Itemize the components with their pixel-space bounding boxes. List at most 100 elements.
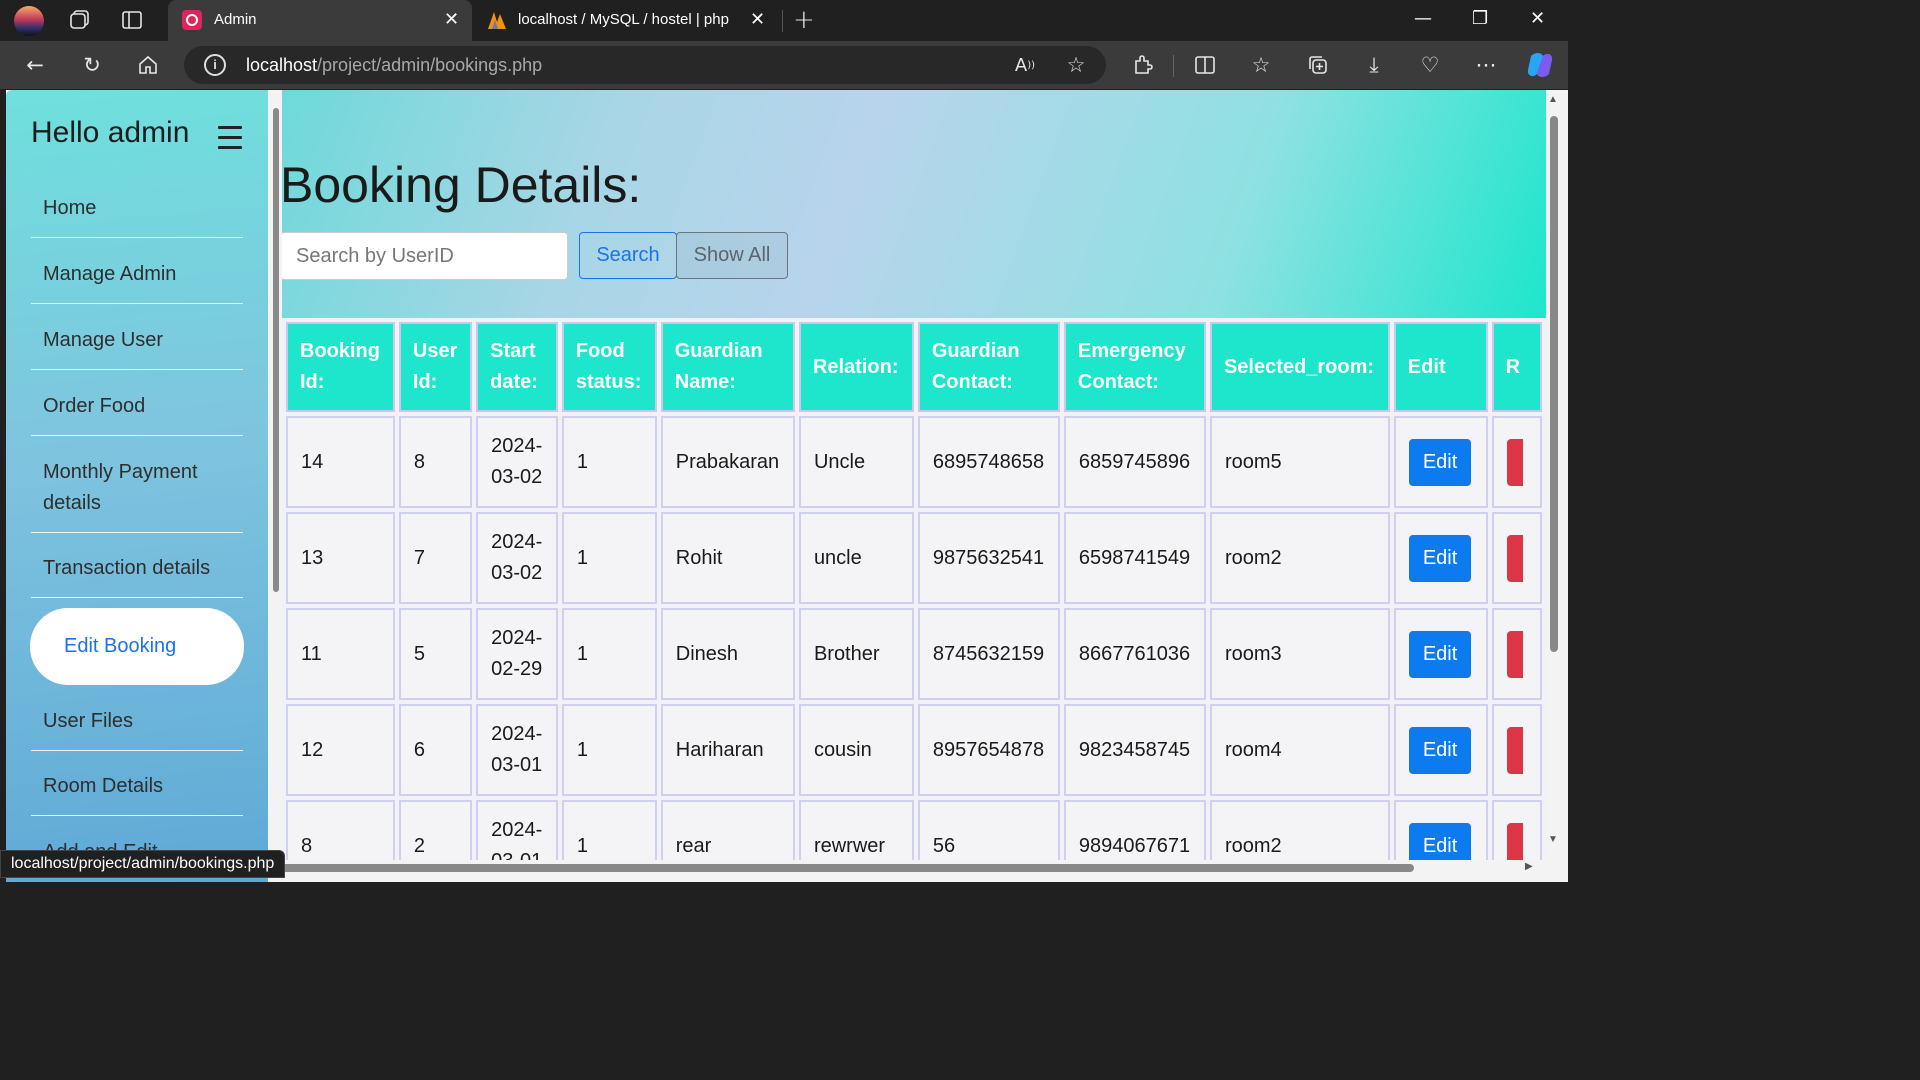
sidebar-greeting: Hello admin (31, 116, 190, 149)
sidebar-scrollbar[interactable] (270, 90, 282, 882)
guardian-contact-cell: 8957654878 (917, 704, 1060, 796)
favorites-icon[interactable]: ☆ (1248, 52, 1274, 78)
extensions-icon[interactable] (1130, 52, 1156, 78)
column-header: Guardian Name: (660, 322, 795, 412)
edit-cell: Edit (1393, 608, 1488, 700)
page-title: Booking Details: (282, 157, 642, 213)
sidebar-item-manage-admin[interactable]: Manage Admin (31, 259, 243, 304)
workspaces-icon[interactable] (68, 8, 92, 32)
search-button[interactable]: Search (579, 232, 677, 279)
downloads-icon[interactable]: ⤓ (1361, 52, 1387, 78)
collections-icon[interactable] (1305, 52, 1331, 78)
sidebar-item-transaction-details[interactable]: Transaction details (31, 553, 243, 598)
close-window-icon[interactable]: ✕ (1530, 8, 1545, 29)
tab-admin[interactable]: Admin ✕ (168, 0, 472, 41)
remove-button[interactable] (1506, 630, 1523, 678)
tab-actions-icon[interactable] (120, 8, 144, 32)
column-header: Selected_room: (1209, 322, 1390, 412)
close-tab-icon[interactable]: ✕ (444, 9, 459, 30)
read-aloud-icon[interactable]: A)) (1012, 52, 1038, 78)
edit-button[interactable]: Edit (1408, 726, 1472, 774)
refresh-icon[interactable]: ↻ (79, 52, 105, 78)
remove-cell (1491, 800, 1542, 860)
tab-title: Admin (214, 11, 257, 28)
user-id-cell: 6 (398, 704, 473, 796)
relation-cell: uncle (798, 512, 914, 604)
emergency-contact-cell: 6598741549 (1063, 512, 1206, 604)
remove-button[interactable] (1506, 726, 1523, 774)
guardian-contact-cell: 56 (917, 800, 1060, 860)
tab-title: localhost / MySQL / hostel | php (518, 11, 729, 28)
sidebar-item-edit-booking[interactable]: Edit Booking (30, 608, 244, 685)
column-header: Booking Id: (286, 322, 395, 412)
back-icon[interactable]: ← (22, 52, 48, 78)
start-date-cell: 2024-02-29 (476, 608, 558, 700)
emergency-contact-cell: 9894067671 (1063, 800, 1206, 860)
browser-essentials-icon[interactable]: ♡ (1417, 52, 1443, 78)
favorite-star-icon[interactable]: ☆ (1063, 52, 1089, 78)
new-tab-icon[interactable]: + (793, 5, 815, 35)
sidebar-item-monthly-payment[interactable]: Monthly Payment details (31, 457, 243, 533)
copilot-icon[interactable] (1524, 52, 1556, 78)
guardian-name-cell: rear (660, 800, 795, 860)
guardian-name-cell: Dinesh (660, 608, 795, 700)
room-cell: room4 (1209, 704, 1390, 796)
browser-toolbar: ← ↻ i localhost/project/admin/bookings.p… (0, 41, 1568, 89)
guardian-name-cell: Rohit (660, 512, 795, 604)
sidebar-item-room-details[interactable]: Room Details (31, 771, 243, 816)
food-status-cell: 1 (561, 512, 657, 604)
start-date-cell: 2024-03-02 (476, 416, 558, 508)
page-vertical-scrollbar[interactable]: ▲ ▼ (1546, 90, 1562, 860)
hamburger-icon[interactable] (218, 126, 242, 149)
main-content: Booking Details: Search Show All Booking… (282, 90, 1546, 860)
more-icon[interactable]: ⋯ (1473, 52, 1499, 78)
table-header-row: Booking Id: User Id: Start date: Food st… (286, 322, 1542, 412)
restore-icon[interactable]: ❐ (1472, 8, 1488, 29)
profile-avatar[interactable] (14, 6, 44, 36)
sidebar-item-user-files[interactable]: User Files (31, 706, 243, 751)
show-all-button[interactable]: Show All (676, 232, 788, 279)
column-header: R (1491, 322, 1542, 412)
emergency-contact-cell: 8667761036 (1063, 608, 1206, 700)
scroll-up-icon[interactable]: ▲ (1548, 94, 1558, 105)
relation-cell: Uncle (798, 416, 914, 508)
column-header: Guardian Contact: (917, 322, 1060, 412)
minimize-icon[interactable]: — (1414, 8, 1432, 29)
page-horizontal-scrollbar[interactable]: ▶ (282, 860, 1546, 876)
scroll-down-icon[interactable]: ▼ (1548, 834, 1558, 845)
remove-button[interactable] (1506, 822, 1523, 860)
guardian-contact-cell: 6895748658 (917, 416, 1060, 508)
tab-phpmyadmin[interactable]: localhost / MySQL / hostel | php ✕ (472, 0, 772, 41)
edit-button[interactable]: Edit (1408, 630, 1472, 678)
food-status-cell: 1 (561, 608, 657, 700)
remove-button[interactable] (1506, 438, 1523, 486)
vertical-scroll-thumb[interactable] (1550, 116, 1558, 652)
admin-favicon-icon (182, 10, 202, 30)
address-bar[interactable]: i localhost/project/admin/bookings.php A… (184, 46, 1106, 84)
table-row: 8 2 2024-03-01 1 rear rewrwer 56 9894067… (286, 800, 1542, 860)
close-tab-icon[interactable]: ✕ (750, 9, 765, 30)
start-date-cell: 2024-03-01 (476, 800, 558, 860)
sidebar-item-order-food[interactable]: Order Food (31, 391, 243, 436)
column-header: Start date: (476, 322, 558, 412)
guardian-name-cell: Hariharan (660, 704, 795, 796)
split-screen-icon[interactable] (1192, 52, 1218, 78)
sidebar-item-manage-user[interactable]: Manage User (31, 325, 243, 370)
home-icon[interactable] (135, 52, 161, 78)
edit-button[interactable]: Edit (1408, 822, 1472, 860)
edit-button[interactable]: Edit (1408, 438, 1472, 486)
bookings-table: Booking Id: User Id: Start date: Food st… (282, 318, 1546, 860)
search-input[interactable] (282, 232, 568, 280)
guardian-name-cell: Prabakaran (660, 416, 795, 508)
sidebar-scroll-thumb[interactable] (273, 108, 279, 592)
column-header: User Id: (398, 322, 473, 412)
emergency-contact-cell: 9823458745 (1063, 704, 1206, 796)
sidebar-item-label: Monthly Payment details (43, 461, 198, 514)
remove-button[interactable] (1506, 534, 1523, 582)
info-icon[interactable]: i (204, 54, 226, 76)
tab-separator (782, 10, 783, 32)
horizontal-scroll-thumb[interactable] (282, 864, 1414, 872)
sidebar-item-home[interactable]: Home (31, 193, 243, 238)
scroll-right-icon[interactable]: ▶ (1525, 861, 1533, 872)
edit-button[interactable]: Edit (1408, 534, 1472, 582)
